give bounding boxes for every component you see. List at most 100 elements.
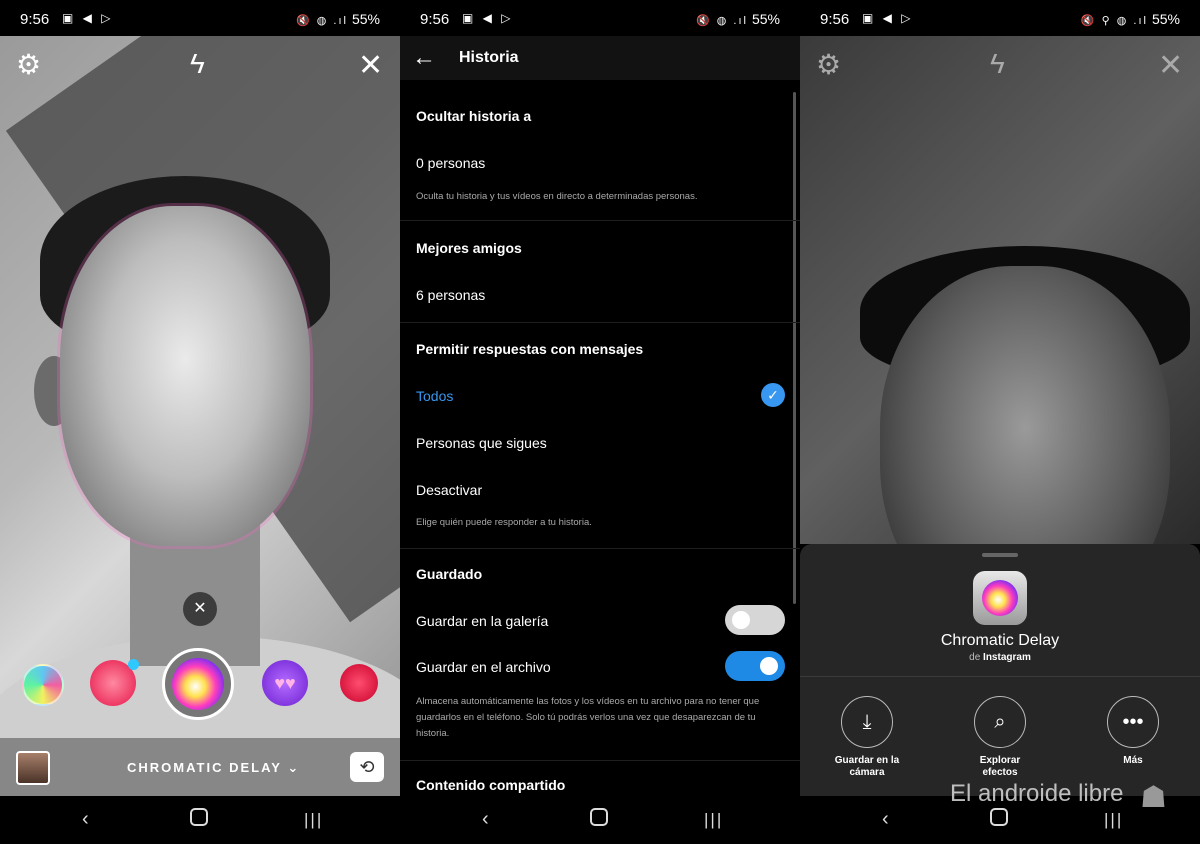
nav-home-icon[interactable] bbox=[190, 808, 208, 832]
effect-thumb-2[interactable] bbox=[90, 659, 139, 706]
android-mascot-icon: ☗ bbox=[1140, 781, 1167, 814]
camera-screen: 9:56 ▣ ◀ ▷ 🔇 ◍ .ıl 55% ⚙ ϟ ✕ ✕ ♥♥ CHROMAT… bbox=[0, 0, 400, 844]
action-label: Más bbox=[1123, 755, 1143, 766]
status-bar: 9:56 ▣ ◀ ▷ 🔇 ◍ .ıl 55% bbox=[0, 0, 400, 36]
close-icon[interactable]: ✕ bbox=[1158, 48, 1183, 83]
save-gallery-label: Guardar en la galería bbox=[416, 613, 549, 629]
divider bbox=[800, 676, 1200, 677]
divider bbox=[400, 760, 800, 761]
back-arrow-icon[interactable]: ← bbox=[412, 44, 436, 72]
author-name[interactable]: Instagram bbox=[983, 652, 1031, 663]
status-notification-icons: ▣ ◀ ▷ bbox=[862, 11, 914, 25]
status-time: 9:56 bbox=[820, 11, 850, 28]
flash-off-icon[interactable]: ϟ bbox=[190, 48, 205, 80]
nav-recents-icon[interactable]: ||| bbox=[1104, 810, 1123, 830]
status-time: 9:56 bbox=[20, 11, 50, 28]
reply-option-off[interactable]: Desactivar bbox=[416, 482, 482, 498]
status-right: 🔇 ◍ .ıl 55% bbox=[296, 11, 380, 27]
chevron-down-icon: ⌄ bbox=[287, 760, 301, 775]
toggle-knob bbox=[760, 657, 778, 675]
effect-thumb-5[interactable] bbox=[340, 664, 378, 702]
action-label: Explorar efectos bbox=[979, 755, 1021, 778]
save-gallery-toggle[interactable] bbox=[725, 605, 785, 635]
status-notification-icons: ▣ ◀ ▷ bbox=[62, 11, 114, 25]
flash-off-icon[interactable]: ϟ bbox=[990, 48, 1005, 80]
effect-name-dropdown[interactable]: CHROMATIC DELAY ⌄ bbox=[127, 760, 300, 776]
status-battery: 55% bbox=[1151, 11, 1180, 27]
nav-home-icon[interactable] bbox=[590, 808, 608, 832]
section-hide-story: Ocultar historia a bbox=[416, 108, 532, 124]
gear-icon[interactable]: ⚙ bbox=[16, 48, 41, 81]
section-shared-content: Contenido compartido bbox=[416, 777, 566, 793]
camera-face bbox=[60, 206, 310, 546]
author-prefix: de bbox=[969, 652, 981, 663]
camera-preview-dimmed bbox=[800, 36, 1200, 544]
search-sparkle-icon: ⌕ bbox=[974, 696, 1026, 748]
nav-home-icon[interactable] bbox=[990, 808, 1008, 832]
effect-thumb-1[interactable] bbox=[22, 664, 64, 706]
more-button[interactable]: ••• Más bbox=[1088, 696, 1178, 767]
section-close-friends: Mejores amigos bbox=[416, 240, 522, 256]
effect-capture-button[interactable] bbox=[162, 648, 234, 720]
story-settings-screen: 9:56 ▣ ◀ ▷ 🔇 ◍ .ıl 55% ← Historia Ocultar… bbox=[400, 0, 800, 844]
hide-story-desc: Oculta tu historia y tus vídeos en direc… bbox=[416, 191, 698, 202]
status-time: 9:56 bbox=[420, 11, 450, 28]
camera-face bbox=[880, 266, 1170, 544]
close-icon[interactable]: ✕ bbox=[358, 48, 383, 83]
divider bbox=[400, 220, 800, 221]
watermark-text: El androide libre bbox=[950, 780, 1124, 807]
gear-icon[interactable]: ⚙ bbox=[816, 48, 841, 81]
hide-story-value[interactable]: 0 personas bbox=[416, 155, 485, 171]
section-replies: Permitir respuestas con mensajes bbox=[416, 341, 644, 357]
status-right: 🔇 ◍ .ıl 55% bbox=[696, 11, 780, 27]
action-label: Guardar en la cámara bbox=[834, 755, 900, 778]
status-battery: 55% bbox=[351, 11, 380, 27]
effect-bottom-sheet: Chromatic Delay de Instagram ⤓ Guardar e… bbox=[800, 544, 1200, 796]
chromatic-delay-orb-icon bbox=[172, 658, 224, 710]
screens-composite: 9:56 ▣ ◀ ▷ 🔇 ◍ .ıl 55% ⚙ ϟ ✕ ✕ ♥♥ CHROMAT… bbox=[0, 0, 1200, 844]
scrollbar[interactable] bbox=[793, 92, 796, 604]
checkmark-icon: ✓ bbox=[761, 383, 785, 407]
nav-back-icon[interactable]: ‹ bbox=[882, 808, 889, 831]
reply-option-following[interactable]: Personas que sigues bbox=[416, 435, 547, 451]
effect-author: de Instagram bbox=[800, 652, 1200, 663]
system-nav-bar: ‹ ||| bbox=[400, 796, 800, 844]
effect-name: Chromatic Delay bbox=[940, 632, 1060, 649]
save-archive-toggle[interactable] bbox=[725, 651, 785, 681]
effect-thumb-hearts[interactable]: ♥♥ bbox=[262, 660, 308, 706]
divider bbox=[400, 322, 800, 323]
effect-icon bbox=[973, 571, 1027, 625]
nav-recents-icon[interactable]: ||| bbox=[704, 810, 723, 830]
status-notification-icons: ▣ ◀ ▷ bbox=[462, 11, 514, 25]
flip-camera-icon[interactable]: ⟲ bbox=[350, 752, 384, 782]
toggle-knob bbox=[732, 611, 750, 629]
download-icon: ⤓ bbox=[841, 696, 893, 748]
reply-option-everyone[interactable]: Todos bbox=[416, 388, 453, 404]
more-icon: ••• bbox=[1107, 696, 1159, 748]
gallery-thumbnail[interactable] bbox=[16, 751, 50, 785]
chromatic-delay-orb-icon bbox=[982, 580, 1018, 616]
nav-back-icon[interactable]: ‹ bbox=[482, 808, 489, 831]
nav-back-icon[interactable]: ‹ bbox=[82, 808, 89, 831]
explore-effects-button[interactable]: ⌕ Explorar efectos bbox=[955, 696, 1045, 779]
app-bar: ← Historia bbox=[400, 36, 800, 80]
carousel-close-button[interactable]: ✕ bbox=[183, 592, 217, 626]
nav-recents-icon[interactable]: ||| bbox=[304, 810, 323, 830]
status-bar: 9:56 ▣ ◀ ▷ 🔇 ◍ .ıl 55% bbox=[400, 0, 800, 36]
replies-desc: Elige quién puede responder a tu histori… bbox=[416, 517, 592, 528]
status-signal-icons: 🔇 ⚲ ◍ .ıl bbox=[1080, 15, 1148, 27]
status-right: 🔇 ⚲ ◍ .ıl 55% bbox=[1081, 11, 1180, 27]
sheet-drag-handle[interactable] bbox=[982, 553, 1018, 557]
status-signal-icons: 🔇 ◍ .ıl bbox=[696, 15, 748, 27]
status-battery: 55% bbox=[751, 11, 780, 27]
status-signal-icons: 🔇 ◍ .ıl bbox=[296, 15, 348, 27]
save-to-camera-button[interactable]: ⤓ Guardar en la cámara bbox=[822, 696, 912, 779]
close-friends-value[interactable]: 6 personas bbox=[416, 287, 485, 303]
system-nav-bar: ‹ ||| bbox=[0, 796, 400, 844]
section-saving: Guardado bbox=[416, 566, 483, 582]
status-bar: 9:56 ▣ ◀ ▷ 🔇 ⚲ ◍ .ıl 55% bbox=[800, 0, 1200, 36]
saving-desc: Almacena automáticamente las fotos y los… bbox=[416, 696, 760, 739]
save-archive-label: Guardar en el archivo bbox=[416, 659, 551, 675]
effect-sheet-screen: 9:56 ▣ ◀ ▷ 🔇 ⚲ ◍ .ıl 55% ⚙ ϟ ✕ Chromatic … bbox=[800, 0, 1200, 844]
page-title: Historia bbox=[459, 49, 519, 66]
